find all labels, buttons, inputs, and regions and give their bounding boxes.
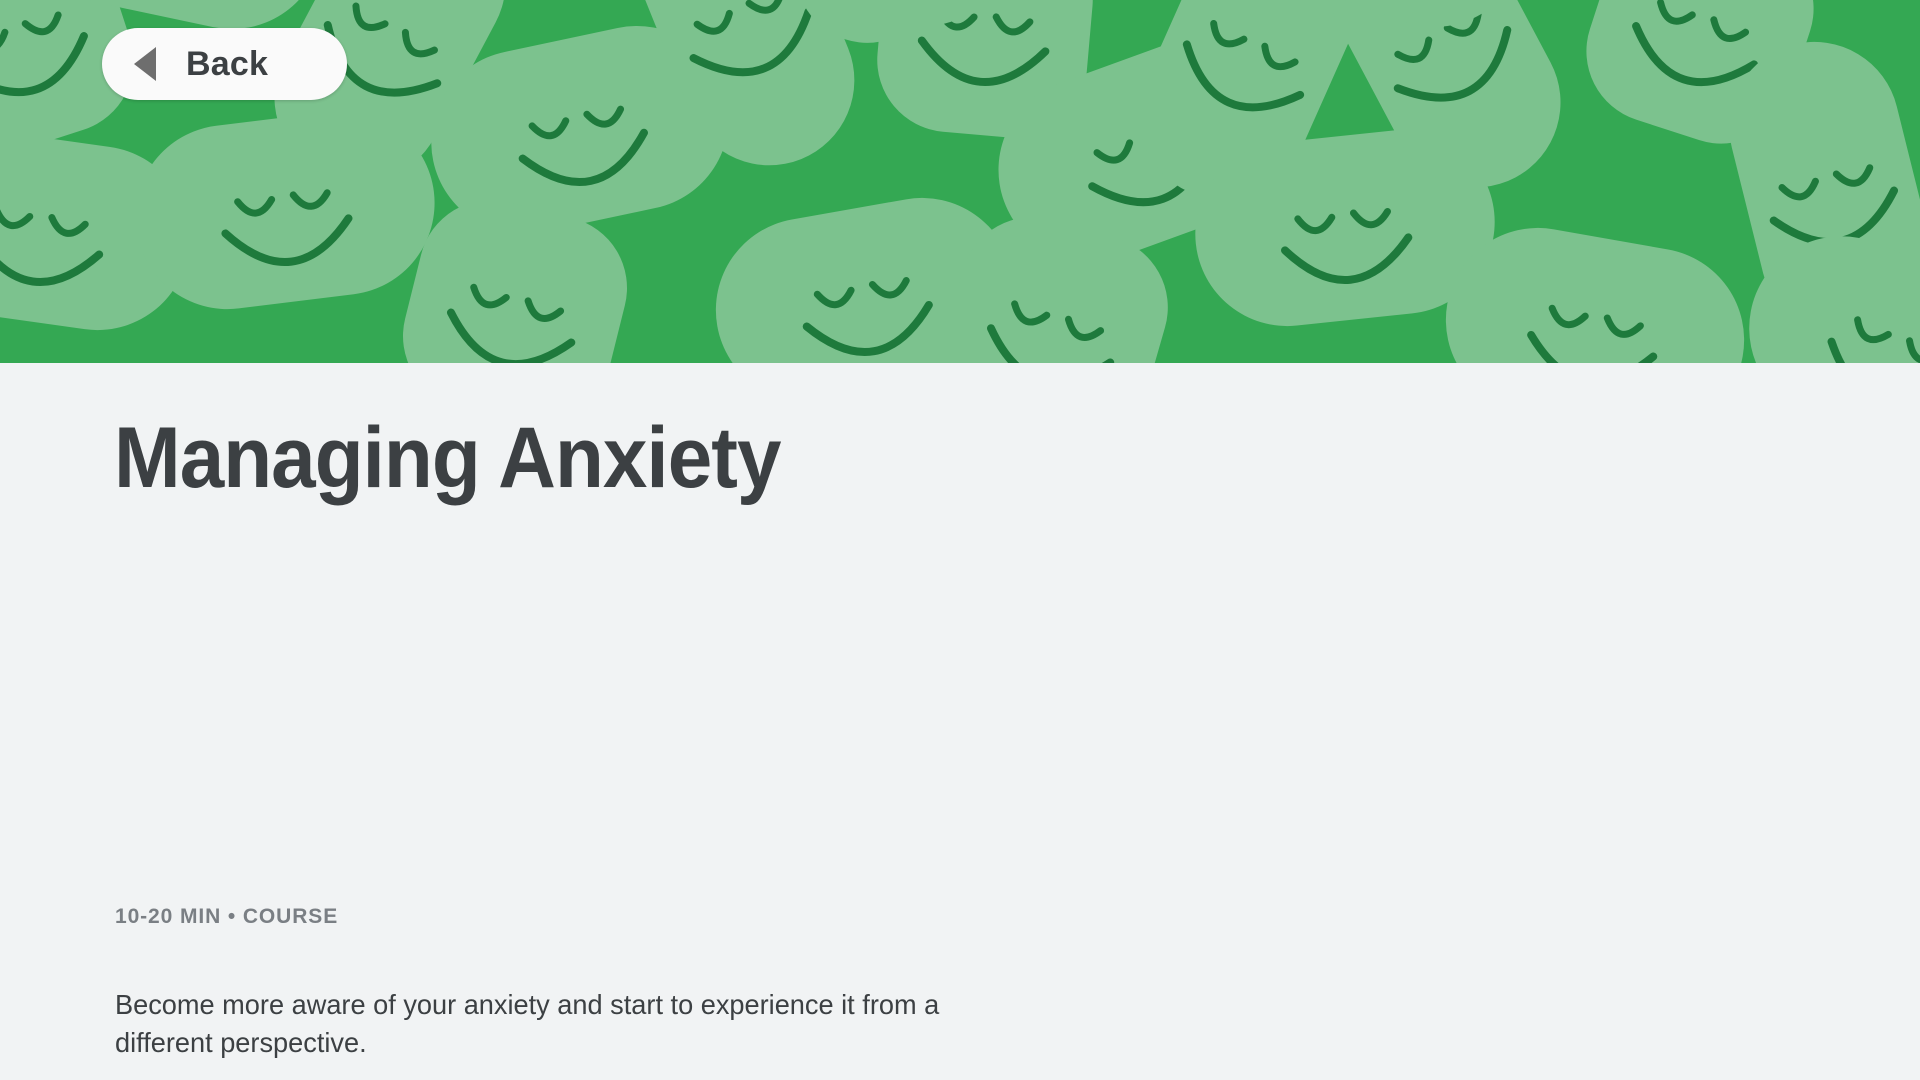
course-detail-page: Back Managing Anxiety 10-20 MIN • COURSE…: [0, 0, 1920, 1080]
back-button-label: Back: [186, 44, 269, 83]
hero-banner: Back: [0, 0, 1920, 363]
course-description: Become more aware of your anxiety and st…: [115, 989, 940, 1059]
course-meta: 10-20 MIN • COURSE: [115, 905, 339, 928]
triangle-left-icon: [134, 47, 156, 81]
page-title: Managing Anxiety: [114, 410, 781, 506]
content-area: Managing Anxiety 10-20 MIN • COURSE Beco…: [0, 363, 1920, 1080]
back-button[interactable]: Back: [102, 28, 347, 100]
